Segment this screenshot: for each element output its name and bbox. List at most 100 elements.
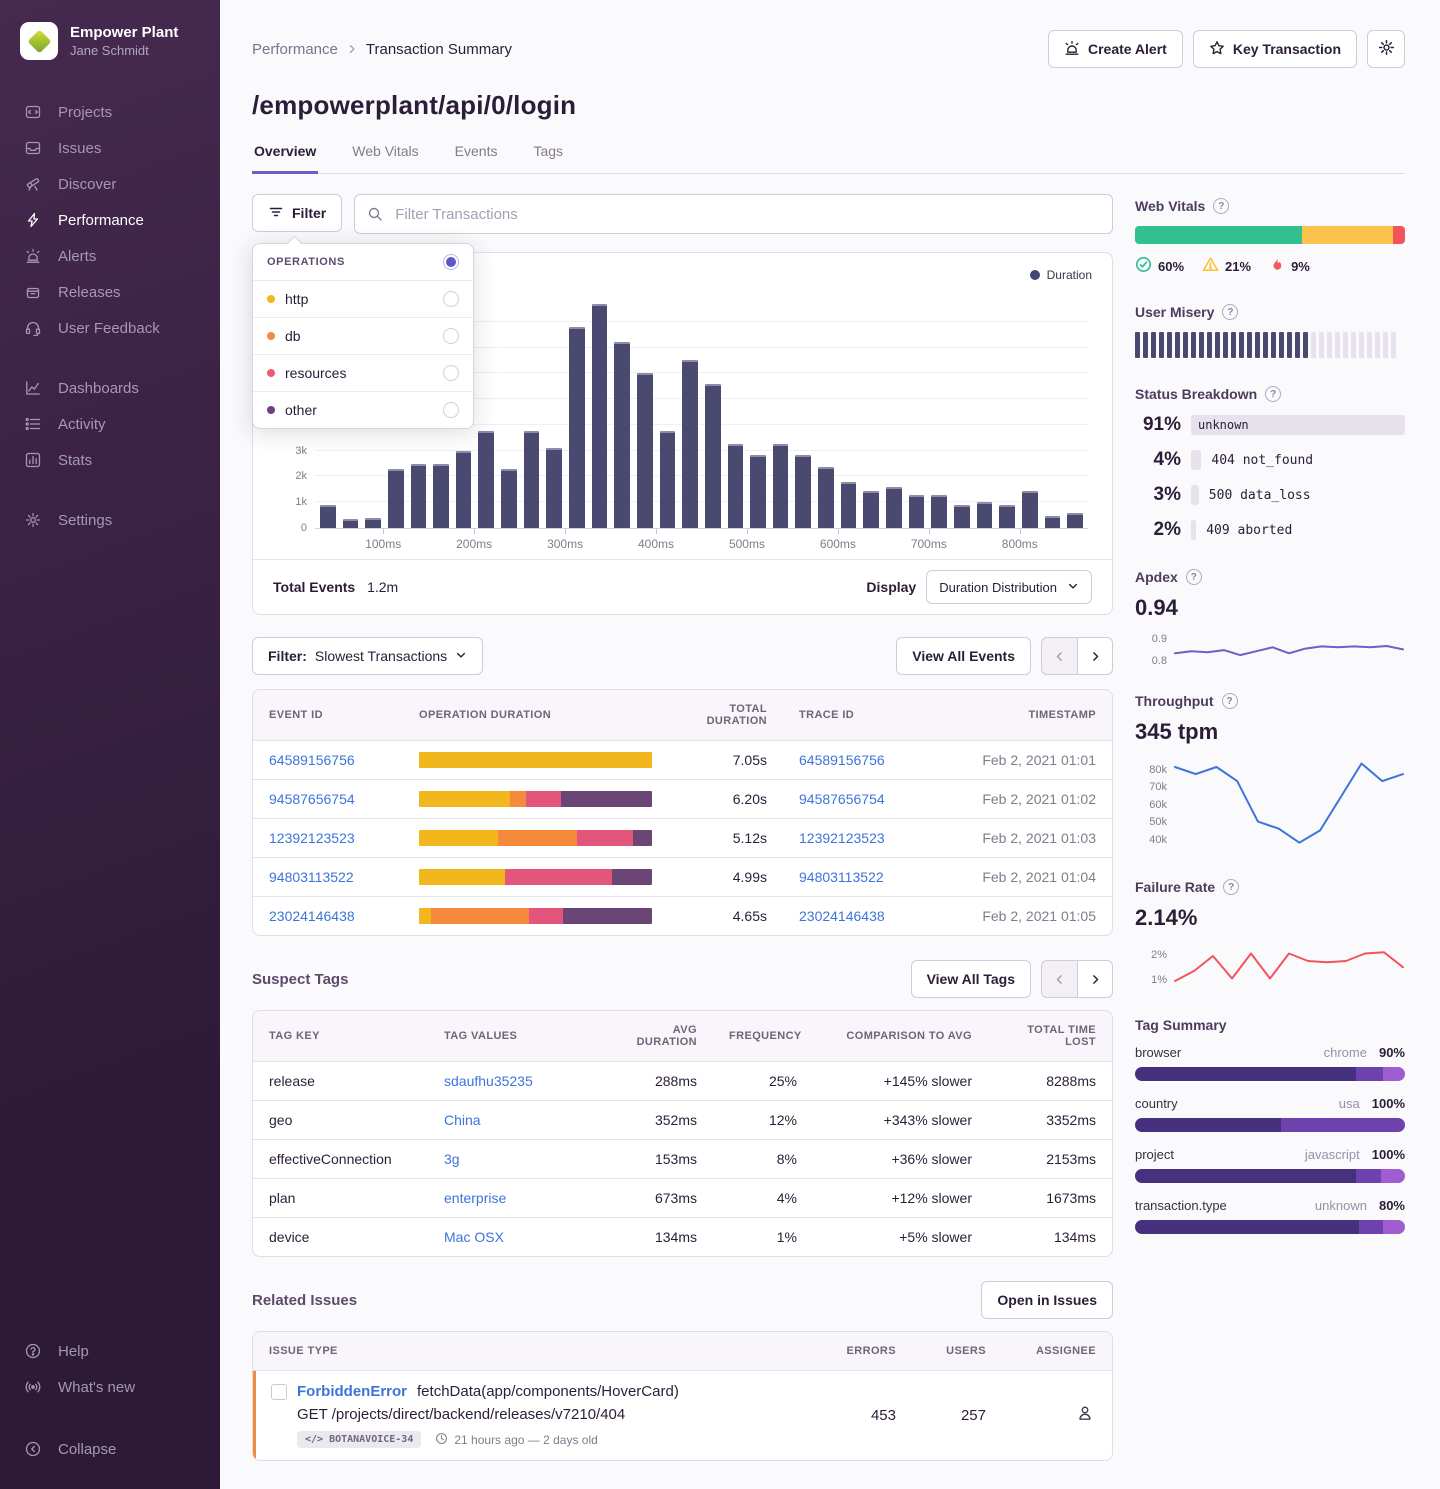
histogram-bar[interactable] [343, 519, 359, 528]
view-all-events-button[interactable]: View All Events [896, 637, 1031, 675]
histogram-bar[interactable] [569, 327, 585, 528]
histogram-bar[interactable] [818, 467, 834, 528]
histogram-bar[interactable] [660, 431, 676, 528]
filter-button[interactable]: Filter [252, 194, 342, 232]
operation-radio[interactable] [443, 365, 459, 381]
tag-value-link[interactable]: sdaufhu35235 [444, 1073, 533, 1089]
histogram-bar[interactable] [999, 505, 1015, 528]
sidebar-item-help[interactable]: Help [0, 1333, 220, 1369]
key-transaction-button[interactable]: Key Transaction [1193, 30, 1357, 68]
histogram-bar[interactable] [320, 505, 336, 528]
sidebar-item-releases[interactable]: Releases [0, 274, 220, 310]
org-switcher[interactable]: Empower Plant Jane Schmidt [0, 14, 220, 68]
tab-tags[interactable]: Tags [531, 143, 565, 174]
create-alert-button[interactable]: Create Alert [1048, 30, 1183, 68]
sidebar-item-issues[interactable]: Issues [0, 130, 220, 166]
project-badge[interactable]: </>BOTANAVOICE-34 [297, 1431, 421, 1448]
event-id-link[interactable]: 94803113522 [269, 869, 354, 885]
histogram-bar[interactable] [546, 448, 562, 528]
operation-option-resources[interactable]: resources [253, 355, 473, 392]
sidebar-item-settings[interactable]: Settings [0, 502, 220, 538]
histogram-bar[interactable] [977, 502, 993, 528]
trace-id-link[interactable]: 94803113522 [799, 869, 884, 885]
operation-radio[interactable] [443, 328, 459, 344]
open-in-issues-button[interactable]: Open in Issues [981, 1281, 1113, 1319]
histogram-bar[interactable] [365, 518, 381, 528]
histogram-bar[interactable] [456, 451, 472, 528]
tags-next-button[interactable] [1077, 960, 1113, 998]
histogram-bar[interactable] [433, 464, 449, 528]
breadcrumb-performance[interactable]: Performance [252, 41, 338, 58]
help-icon[interactable]: ? [1223, 879, 1239, 895]
histogram-bar[interactable] [705, 384, 721, 528]
issue-type-link[interactable]: ForbiddenError [297, 1383, 407, 1400]
sidebar-item-user-feedback[interactable]: User Feedback [0, 310, 220, 346]
help-icon[interactable]: ? [1213, 198, 1229, 214]
histogram-bar[interactable] [637, 373, 653, 528]
histogram-bar[interactable] [388, 469, 404, 528]
event-id-link[interactable]: 94587656754 [269, 791, 355, 807]
operation-option-db[interactable]: db [253, 318, 473, 355]
events-next-button[interactable] [1077, 637, 1113, 675]
tag-value-link[interactable]: 3g [444, 1151, 460, 1167]
histogram-bar[interactable] [886, 487, 902, 528]
histogram-bar[interactable] [931, 495, 947, 529]
histogram-bar[interactable] [501, 469, 517, 528]
tab-events[interactable]: Events [453, 143, 500, 174]
sidebar-item-collapse[interactable]: Collapse [0, 1431, 220, 1467]
tag-summary-top-value[interactable]: chrome [1324, 1045, 1367, 1060]
histogram-bar[interactable] [795, 455, 811, 528]
tab-overview[interactable]: Overview [252, 143, 318, 174]
histogram-bar[interactable] [524, 431, 540, 528]
sidebar-item-alerts[interactable]: Alerts [0, 238, 220, 274]
tags-prev-button[interactable] [1041, 960, 1077, 998]
histogram-bar[interactable] [728, 444, 744, 528]
histogram-bar[interactable] [909, 495, 925, 529]
issue-checkbox[interactable] [271, 1384, 287, 1400]
assignee-user-icon[interactable] [1076, 1404, 1094, 1427]
event-id-link[interactable]: 12392123523 [269, 830, 355, 846]
histogram-bar[interactable] [841, 482, 857, 528]
search-input[interactable] [354, 194, 1113, 234]
trace-id-link[interactable]: 12392123523 [799, 830, 885, 846]
tag-value-link[interactable]: China [444, 1112, 481, 1128]
histogram-bar[interactable] [1067, 513, 1083, 528]
help-icon[interactable]: ? [1186, 569, 1202, 585]
help-icon[interactable]: ? [1222, 304, 1238, 320]
sidebar-item-discover[interactable]: Discover [0, 166, 220, 202]
events-prev-button[interactable] [1041, 637, 1077, 675]
histogram-bar[interactable] [411, 464, 427, 528]
tab-web-vitals[interactable]: Web Vitals [350, 143, 420, 174]
tag-summary-top-value[interactable]: unknown [1315, 1198, 1367, 1213]
tag-summary-top-value[interactable]: javascript [1305, 1147, 1360, 1162]
trace-id-link[interactable]: 23024146438 [799, 908, 885, 924]
histogram-bar[interactable] [478, 431, 494, 528]
event-id-link[interactable]: 64589156756 [269, 752, 355, 768]
display-select[interactable]: Duration Distribution [926, 570, 1092, 604]
view-all-tags-button[interactable]: View All Tags [911, 960, 1031, 998]
tag-value-link[interactable]: enterprise [444, 1190, 506, 1206]
operation-radio[interactable] [443, 291, 459, 307]
operations-radio-selected[interactable] [443, 254, 459, 270]
help-icon[interactable]: ? [1222, 693, 1238, 709]
event-id-link[interactable]: 23024146438 [269, 908, 355, 924]
slowest-transactions-filter[interactable]: Filter: Slowest Transactions [252, 637, 483, 675]
trace-id-link[interactable]: 94587656754 [799, 791, 885, 807]
tag-summary-top-value[interactable]: usa [1339, 1096, 1360, 1111]
settings-button[interactable] [1367, 30, 1405, 68]
sidebar-item-what-s-new[interactable]: What's new [0, 1369, 220, 1405]
histogram-bar[interactable] [1045, 516, 1061, 528]
tag-value-link[interactable]: Mac OSX [444, 1229, 504, 1245]
operations-dropdown-header[interactable]: OPERATIONS [253, 244, 473, 281]
help-icon[interactable]: ? [1265, 386, 1281, 402]
sidebar-item-activity[interactable]: Activity [0, 406, 220, 442]
histogram-bar[interactable] [682, 360, 698, 528]
histogram-bar[interactable] [1022, 491, 1038, 528]
sidebar-item-dashboards[interactable]: Dashboards [0, 370, 220, 406]
histogram-bar[interactable] [954, 505, 970, 528]
histogram-bar[interactable] [863, 491, 879, 528]
sidebar-item-stats[interactable]: Stats [0, 442, 220, 478]
histogram-bar[interactable] [614, 342, 630, 528]
histogram-bar[interactable] [592, 304, 608, 528]
histogram-bar[interactable] [773, 444, 789, 528]
